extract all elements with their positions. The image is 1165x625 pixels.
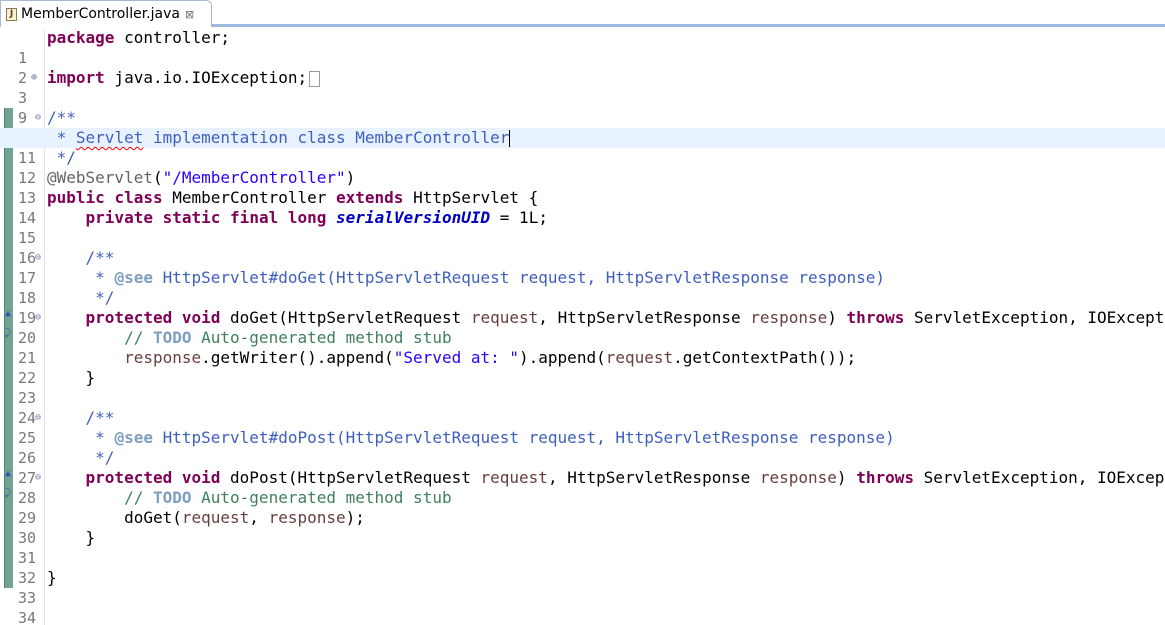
code-line: 22 response.getWriter().append("Served a… [18,348,857,387]
fold-collapse-icon[interactable]: ⊖ [35,108,41,128]
fold-collapse-icon[interactable]: ⊖ [35,248,41,268]
java-file-icon: J [6,7,17,21]
fold-collapse-icon[interactable]: ⊖ [35,408,41,428]
text-caret [509,130,511,147]
code-line: 25 ⊖ /** [18,408,115,447]
code-line: 20 ⊖ protected void doGet(HttpServletReq… [18,308,1165,347]
code-line: 19 */ [18,288,115,327]
code-line: 1 package controller; [18,28,231,67]
code-line: 18 * @see HttpServlet#doGet(HttpServletR… [18,268,886,307]
code-line: 12 */ [18,148,76,187]
editor-tab[interactable]: J MemberController.java ⊠ [0,0,212,27]
code-line: 3 ⊕ import java.io.IOException; [0,68,1165,107]
code-line: 30 doGet(request, response); [18,508,365,547]
code-line: 15 private static final long serialVersi… [18,208,548,247]
code-line: 10 ⊖ /** [0,108,1165,147]
code-line: 16 [0,228,1165,267]
code-line: 26 * @see HttpServlet#doPost(HttpServlet… [18,428,895,467]
code-line: 28 ⊖ protected void doPost(HttpServletRe… [18,468,1165,507]
close-tab-icon[interactable]: ⊠ [185,8,194,21]
code-line: 2 [0,48,1165,87]
code-line: 13 @WebServlet("/MemberController") [18,168,356,207]
collapsed-imports-box[interactable] [309,70,321,87]
code-editor[interactable]: 1 package controller; 2 3 ⊕ import java.… [0,28,1165,625]
code-line: 34 [0,588,1165,625]
fold-collapse-icon[interactable]: ⊖ [35,468,41,488]
editor-tab-bar: J MemberController.java ⊠ [0,0,1165,27]
code-line: 9 [0,88,1165,127]
code-line: 32 [0,548,1165,587]
fold-collapse-icon[interactable]: ⊖ [35,308,41,328]
code-line: 27 */ [18,448,115,487]
code-line: 14 public class MemberController extends… [18,188,539,227]
code-line: 33 } [18,568,57,607]
code-line: 31 } [18,528,96,567]
line-number: 34 [18,609,37,625]
code-line: 29 // TODO Auto-generated method stub [18,488,452,527]
fold-expand-icon[interactable]: ⊕ [31,68,37,88]
tab-title: MemberController.java [21,6,180,22]
code-line: 23 } [18,368,96,407]
code-line: 17 ⊖ /** [18,248,115,287]
code-line: 21 // TODO Auto-generated method stub [18,328,452,367]
code-line-current: 11 * Servlet implementation class Member… [0,128,1165,167]
code-line: 24 [0,388,1165,427]
